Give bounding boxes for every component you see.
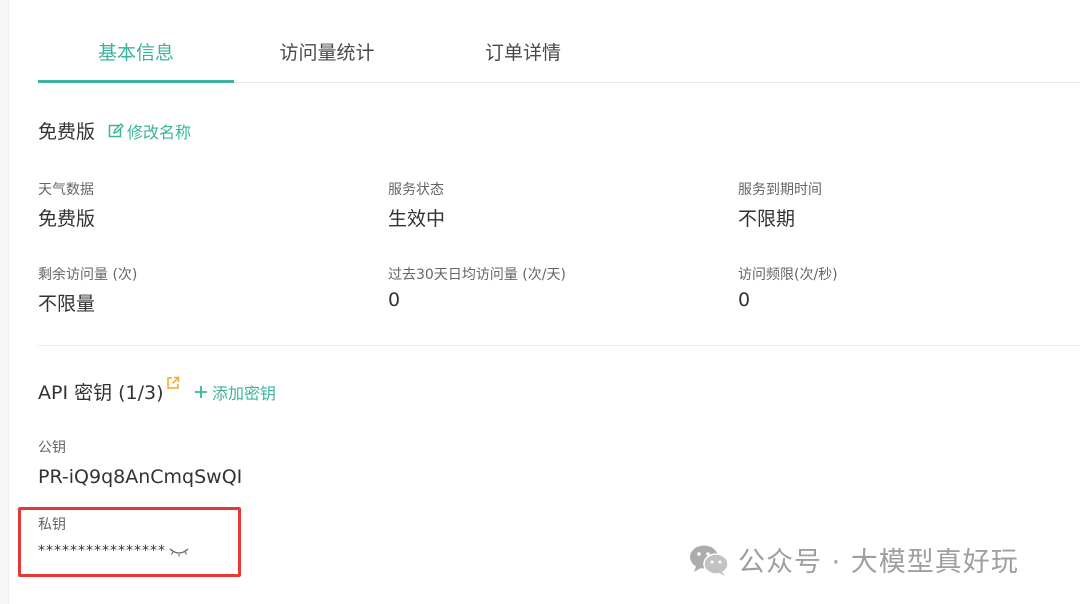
rate-limit-label: 访问频限(次/秒) <box>738 267 838 283</box>
tab-order-details[interactable]: 订单详情 <box>460 0 586 82</box>
add-key-button[interactable]: 添加密钥 <box>193 380 276 404</box>
api-keys-title: API 密钥 (1/3) <box>38 382 164 404</box>
weather-data-value: 免费版 <box>38 208 96 230</box>
add-key-label: 添加密钥 <box>212 384 277 403</box>
tab-bar: 基本信息 访问量统计 订单详情 <box>38 0 1080 83</box>
tab-basic-info[interactable]: 基本信息 <box>38 0 234 83</box>
plan-title: 免费版 <box>38 121 96 143</box>
left-edge-panel <box>0 0 9 604</box>
expiry-time-label: 服务到期时间 <box>738 182 822 198</box>
public-key-value[interactable]: PR-iQ9q8AnCmqSwQI <box>38 466 242 488</box>
service-status-value: 生效中 <box>388 208 446 230</box>
external-link-icon[interactable] <box>166 376 180 390</box>
watermark: 公众号 · 大模型真好玩 <box>688 540 1019 579</box>
expiry-time-value: 不限期 <box>738 208 796 230</box>
wechat-icon <box>690 545 729 576</box>
service-status-label: 服务状态 <box>388 182 444 198</box>
remaining-quota-label: 剩余访问量 (次) <box>38 267 138 283</box>
daily-avg-label: 过去30天日均访问量 (次/天) <box>388 267 566 283</box>
rate-limit-value: 0 <box>738 289 751 311</box>
watermark-text: 公众号 · 大模型真好玩 <box>738 547 1019 578</box>
rename-button[interactable]: 修改名称 <box>108 119 191 143</box>
tab-traffic-stats[interactable]: 访问量统计 <box>264 0 390 82</box>
section-divider <box>38 345 1080 346</box>
public-key-label: 公钥 <box>38 440 66 456</box>
private-key-value[interactable]: **************** <box>38 543 166 559</box>
private-key-label: 私钥 <box>38 517 66 533</box>
plus-icon <box>195 386 207 398</box>
edit-icon <box>108 123 124 138</box>
weather-data-label: 天气数据 <box>38 182 94 198</box>
daily-avg-value: 0 <box>388 289 401 311</box>
eye-closed-icon[interactable] <box>167 546 191 558</box>
remaining-quota-value: 不限量 <box>38 293 96 315</box>
rename-label: 修改名称 <box>127 123 192 142</box>
